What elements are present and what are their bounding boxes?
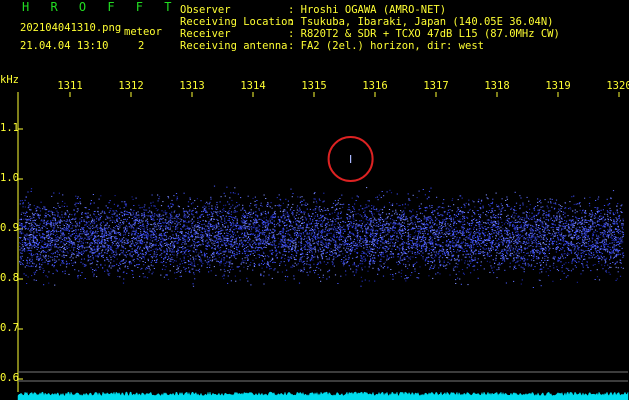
y-tick-label: 1.0 [0, 172, 19, 184]
x-tick-label: 1312 [118, 80, 144, 92]
x-tick-label: 1320 [606, 80, 629, 92]
x-tick-label: 1314 [240, 80, 266, 92]
x-tick-label: 1316 [362, 80, 388, 92]
x-tick-label: 1319 [545, 80, 571, 92]
x-tick-label: 1311 [57, 80, 83, 92]
y-tick-label: 0.7 [0, 322, 19, 334]
x-tick-label: 1313 [179, 80, 205, 92]
x-tick-label: 1318 [484, 80, 510, 92]
spectrogram-plot [17, 92, 629, 400]
signal-level-trace [17, 391, 629, 400]
x-tick-label: 1315 [301, 80, 327, 92]
noise-band [19, 185, 625, 288]
y-tick-label: 0.8 [0, 272, 19, 284]
y-tick-label: 0.6 [0, 372, 19, 384]
x-tick-label: 1317 [423, 80, 449, 92]
y-tick-label: 1.1 [0, 122, 19, 134]
y-tick-label: 0.9 [0, 222, 19, 234]
